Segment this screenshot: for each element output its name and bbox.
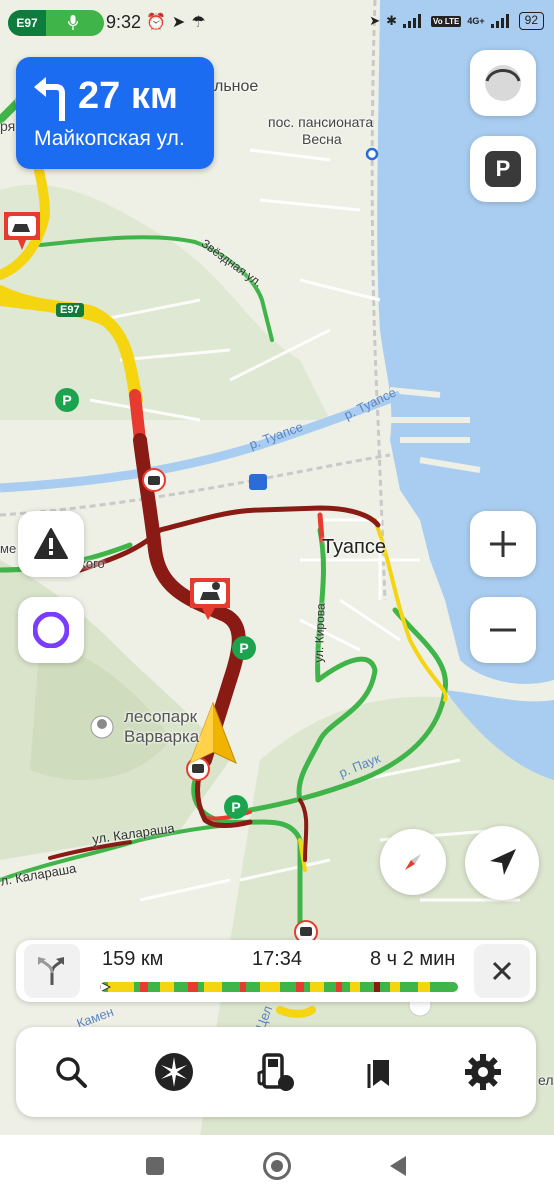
zoom-out-button[interactable] [470,597,536,663]
network-type: 4G+ [467,15,485,26]
map-label: Весна [302,131,342,147]
gear-icon [465,1054,501,1090]
map-label: ря [0,118,16,134]
search-button[interactable] [46,1047,96,1097]
bookmark-icon [367,1060,389,1088]
alarm-icon: ⏰ [146,14,172,31]
zoom-in-button[interactable] [470,511,536,577]
home-button[interactable] [263,1152,291,1180]
status-right: ➤ ✱ Vo LTE 4G+ 92 [369,12,544,30]
my-location-button[interactable] [465,826,539,900]
map-label: ме [0,541,17,556]
alice-icon [33,612,69,648]
arrival-time: 17:34 [252,948,303,970]
map-label: пос. пансионата [268,114,374,130]
alice-button[interactable] [18,597,84,663]
volte-badge: Vo LTE [431,15,462,27]
telegram-icon: ➤ [171,14,192,31]
speed-limit-button[interactable] [470,50,536,116]
svg-text:P: P [239,640,248,656]
parking-icon: P [485,151,521,187]
bookmarks-button[interactable] [354,1047,404,1097]
route-duration: 8 ч 2 мин [370,948,456,970]
signal-icon [403,14,421,28]
navigation-arrow-icon [490,849,516,875]
route-traffic-progress [100,982,458,992]
mic-icon [68,15,78,30]
location-icon: ➤ [369,13,381,28]
plus-icon [490,531,516,557]
signal-icon-2 [490,14,509,28]
bluetooth-icon: ✱ [386,13,397,28]
compass-icon [405,854,421,870]
route-info-panel[interactable]: 159 км 17:34 8 ч 2 мин [16,940,536,1002]
route-distance: 159 км [102,948,164,970]
minus-icon [490,628,516,632]
map-label: ел [538,1072,554,1088]
status-bar: E97 9:32 ⏰➤☂ ➤ ✱ Vo LTE 4G+ 92 [0,0,554,46]
park-label: Варварка [124,727,200,746]
speedometer-icon [485,65,521,101]
system-nav-bar [0,1135,554,1200]
route-tag: E97 [8,10,46,36]
highway-tag: E97 [56,303,84,317]
compass-button[interactable] [380,829,446,895]
alternative-routes-button[interactable] [24,944,80,998]
svg-text:P: P [231,799,240,815]
city-label: Туапсе [322,536,386,558]
settings-button[interactable] [458,1047,508,1097]
road-label: ул. Кирова [311,603,328,663]
parking-button[interactable]: P [470,136,536,202]
svg-text:P: P [62,392,71,408]
warning-icon [34,528,68,559]
report-incident-button[interactable] [18,511,84,577]
bottom-toolbar [16,1027,536,1117]
back-button[interactable] [388,1155,408,1177]
map-label: льное [214,78,259,95]
maneuver-street: Майкопская ул. [34,127,185,150]
close-route-button[interactable] [474,944,530,998]
umbrella-icon: ☂ [191,14,212,31]
battery-indicator: 92 [518,12,544,30]
maneuver-distance: 27 км [78,75,178,117]
sparkle-icon [155,1053,193,1091]
fuel-pump-icon [257,1053,294,1091]
park-label: лесопарк [124,707,198,726]
route-split-icon [38,957,64,985]
search-icon [56,1057,87,1088]
close-icon [492,961,512,981]
recents-button[interactable] [146,1157,164,1175]
clock: 9:32 [106,12,142,32]
fuel-button[interactable] [251,1047,301,1097]
notification-icons: ⏰➤☂ [146,12,212,32]
maneuver-card[interactable]: 27 км Майкопская ул. [16,57,214,169]
status-route-pill[interactable]: E97 [8,10,104,36]
turn-left-icon [34,77,65,121]
discovery-button[interactable] [149,1047,199,1097]
